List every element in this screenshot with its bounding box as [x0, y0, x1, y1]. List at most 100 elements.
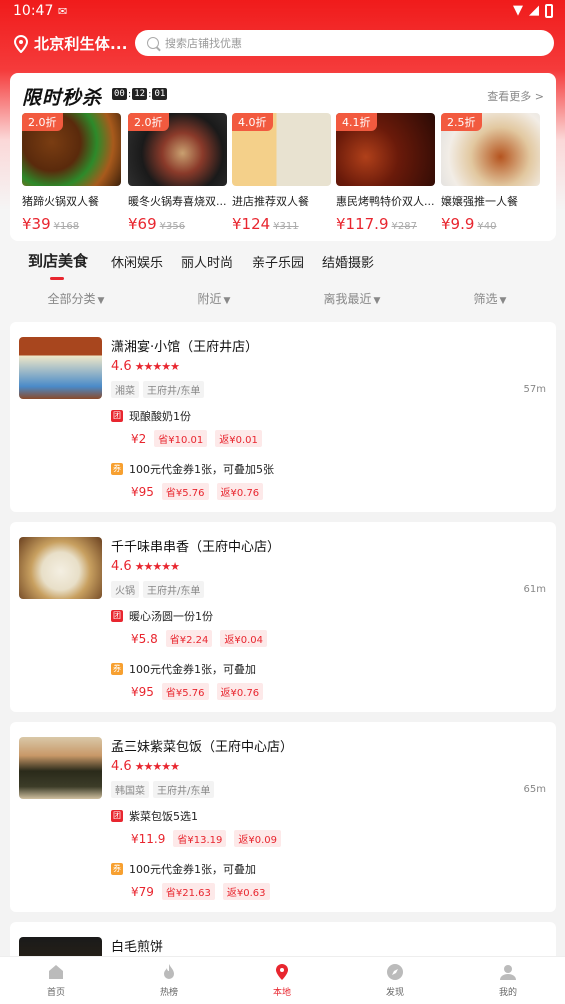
- deal-image: 2.0折: [128, 113, 227, 186]
- offer-price: ¥2: [131, 431, 147, 446]
- tab-label: 我的: [498, 988, 517, 998]
- deal-name: 猪蹄火锅双人餐: [22, 195, 99, 208]
- save-chip: 省¥13.19: [173, 830, 227, 847]
- caret-down-icon: ▼: [499, 296, 507, 306]
- tab-beauty[interactable]: 丽人时尚: [181, 252, 233, 271]
- cashback-chip: 返¥0.04: [220, 630, 267, 647]
- save-chip: 省¥10.01: [154, 430, 208, 447]
- filter-bar: 全部分类 ▼ 附近 ▼ 离我最近 ▼ 筛选 ▼: [0, 288, 565, 310]
- deal-name: 暖冬火锅寿喜烧双...: [128, 195, 227, 208]
- deal-card[interactable]: 2.5折 嬢嬢强推一人餐 ¥9.9 ¥40: [441, 113, 540, 233]
- location-selector[interactable]: 北京利生体...: [14, 33, 128, 54]
- deal-price: ¥124: [232, 215, 271, 233]
- wifi-icon: ▼: [513, 3, 523, 18]
- rating-value: 4.6: [111, 559, 132, 574]
- shop-rating: 4.6 ★★★★★: [111, 559, 180, 574]
- location-label: 北京利生体...: [34, 35, 128, 53]
- shop-image: [19, 937, 102, 956]
- category-tabs: 到店美食 休闲娱乐 丽人时尚 亲子乐园 结婚摄影: [0, 248, 565, 278]
- search-placeholder: 搜索店铺找优惠: [165, 37, 242, 50]
- offer-title: 现酿酸奶1份: [129, 410, 191, 423]
- filter-distance[interactable]: 离我最近 ▼: [282, 290, 422, 307]
- discount-badge: 4.1折: [336, 113, 377, 131]
- tab-food[interactable]: 到店美食: [28, 250, 88, 271]
- timer-hours: 00: [112, 88, 127, 100]
- deal-original-price: ¥287: [391, 221, 417, 232]
- offer-coupon[interactable]: 券 100元代金券1张，可叠加 ¥95 省¥5.76 返¥0.76: [111, 661, 264, 700]
- shop-name: 白毛煎饼: [111, 940, 164, 955]
- group-deal-icon: 团: [111, 610, 123, 622]
- cashback-chip: 返¥0.01: [215, 430, 262, 447]
- offer-price: ¥95: [131, 484, 154, 499]
- status-bar: 10:47 ✉ ▼ ◢: [0, 0, 565, 24]
- shop-card[interactable]: 白毛煎饼: [10, 922, 556, 956]
- deal-original-price: ¥168: [53, 221, 80, 232]
- cashback-chip: 返¥0.63: [222, 883, 270, 900]
- signal-icon: ◢: [529, 3, 539, 18]
- tab-label: 首页: [46, 988, 65, 998]
- bottom-tab-bar: 首页 热榜 本地 发现 我的: [0, 956, 565, 1004]
- deal-card[interactable]: 2.0折 暖冬火锅寿喜烧双... ¥69 ¥356: [128, 113, 227, 233]
- rating-value: 4.6: [111, 759, 132, 774]
- tab-label: 发现: [385, 988, 404, 998]
- filter-options[interactable]: 筛选 ▼: [420, 290, 560, 307]
- shop-rating: 4.6 ★★★★★: [111, 359, 180, 374]
- tab-entertainment[interactable]: 休闲娱乐: [111, 252, 163, 271]
- coupon-icon: 券: [111, 863, 123, 875]
- tag-cuisine: 韩国菜: [111, 781, 149, 798]
- deal-card[interactable]: 4.1折 惠民烤鸭特价双人... ¥117.9 ¥287: [336, 113, 435, 233]
- tab-home[interactable]: 首页: [16, 963, 96, 998]
- tab-discover[interactable]: 发现: [355, 963, 435, 998]
- tab-profile[interactable]: 我的: [468, 963, 548, 998]
- stars-icon: ★★★★★: [134, 560, 180, 573]
- shop-distance: 65m: [523, 784, 546, 795]
- stars-icon: ★★★★★: [134, 760, 180, 773]
- deal-image: 4.1折: [336, 113, 435, 186]
- active-tab-indicator: [50, 277, 64, 280]
- shop-tags: 火锅 王府井/东单: [111, 581, 205, 598]
- discount-badge: 2.0折: [22, 113, 63, 131]
- save-chip: 省¥5.76: [161, 483, 209, 500]
- offer-title: 紫菜包饭5选1: [129, 810, 198, 823]
- search-icon: [147, 37, 159, 49]
- tag-cuisine: 火锅: [111, 581, 139, 598]
- tab-local[interactable]: 本地: [242, 963, 322, 998]
- tab-label: 热榜: [159, 988, 178, 998]
- tab-kids[interactable]: 亲子乐园: [252, 252, 304, 271]
- tab-wedding[interactable]: 结婚摄影: [322, 252, 374, 271]
- deal-card[interactable]: 4.0折 进店推荐双人餐 ¥124 ¥311: [232, 113, 331, 233]
- deal-price: ¥117.9: [336, 215, 389, 233]
- shop-distance: 57m: [523, 384, 546, 395]
- offer-group-deal[interactable]: 团暖心汤圆一份1份 ¥5.8 省¥2.24 返¥0.04: [111, 608, 267, 647]
- offer-group-deal[interactable]: 团紫菜包饭5选1 ¥11.9 省¥13.19 返¥0.09: [111, 808, 281, 847]
- shop-image: [19, 337, 102, 399]
- stars-icon: ★★★★★: [134, 360, 180, 373]
- offer-price: ¥11.9: [131, 831, 166, 846]
- filter-nearby[interactable]: 附近 ▼: [144, 290, 284, 307]
- notification-icon: ✉: [58, 5, 68, 18]
- shop-image: [19, 737, 102, 799]
- cashback-chip: 返¥0.09: [234, 830, 281, 847]
- countdown-timer: 00 : 12 : 01: [112, 88, 168, 100]
- tab-hot[interactable]: 热榜: [129, 963, 209, 998]
- offer-group-deal[interactable]: 团现酿酸奶1份 ¥2 省¥10.01 返¥0.01: [111, 408, 262, 447]
- coupon-icon: 券: [111, 663, 123, 675]
- deal-card[interactable]: 2.0折 猪蹄火锅双人餐 ¥39 ¥168: [22, 113, 121, 233]
- shop-name: 孟三妹紫菜包饭（王府中心店）: [111, 740, 294, 755]
- search-input[interactable]: 搜索店铺找优惠: [135, 30, 554, 56]
- caret-down-icon: ▼: [97, 296, 105, 306]
- offer-coupon[interactable]: 券 100元代金券1张，可叠加5张 ¥95 省¥5.76 返¥0.76: [111, 461, 274, 500]
- shop-card[interactable]: 潇湘宴·小馆（王府井店） 4.6 ★★★★★ 湘菜 王府井/东单 57m 团现酿酸…: [10, 322, 556, 512]
- deal-name: 惠民烤鸭特价双人...: [336, 195, 435, 208]
- location-pin-icon: [14, 34, 28, 53]
- filter-label: 全部分类: [47, 292, 96, 306]
- discount-badge: 2.0折: [128, 113, 169, 131]
- coupon-icon: 券: [111, 463, 123, 475]
- offer-title: 100元代金券1张，可叠加: [129, 863, 256, 876]
- see-more-link[interactable]: 查看更多 >: [487, 88, 544, 104]
- deal-price: ¥9.9: [441, 215, 475, 233]
- shop-card[interactable]: 千千味串串香（王府中心店） 4.6 ★★★★★ 火锅 王府井/东单 61m 团暖心…: [10, 522, 556, 712]
- filter-category[interactable]: 全部分类 ▼: [6, 290, 146, 307]
- shop-card[interactable]: 孟三妹紫菜包饭（王府中心店） 4.6 ★★★★★ 韩国菜 王府井/东单 65m 团…: [10, 722, 556, 912]
- offer-coupon[interactable]: 券 100元代金券1张，可叠加 ¥79 省¥21.63 返¥0.63: [111, 861, 270, 900]
